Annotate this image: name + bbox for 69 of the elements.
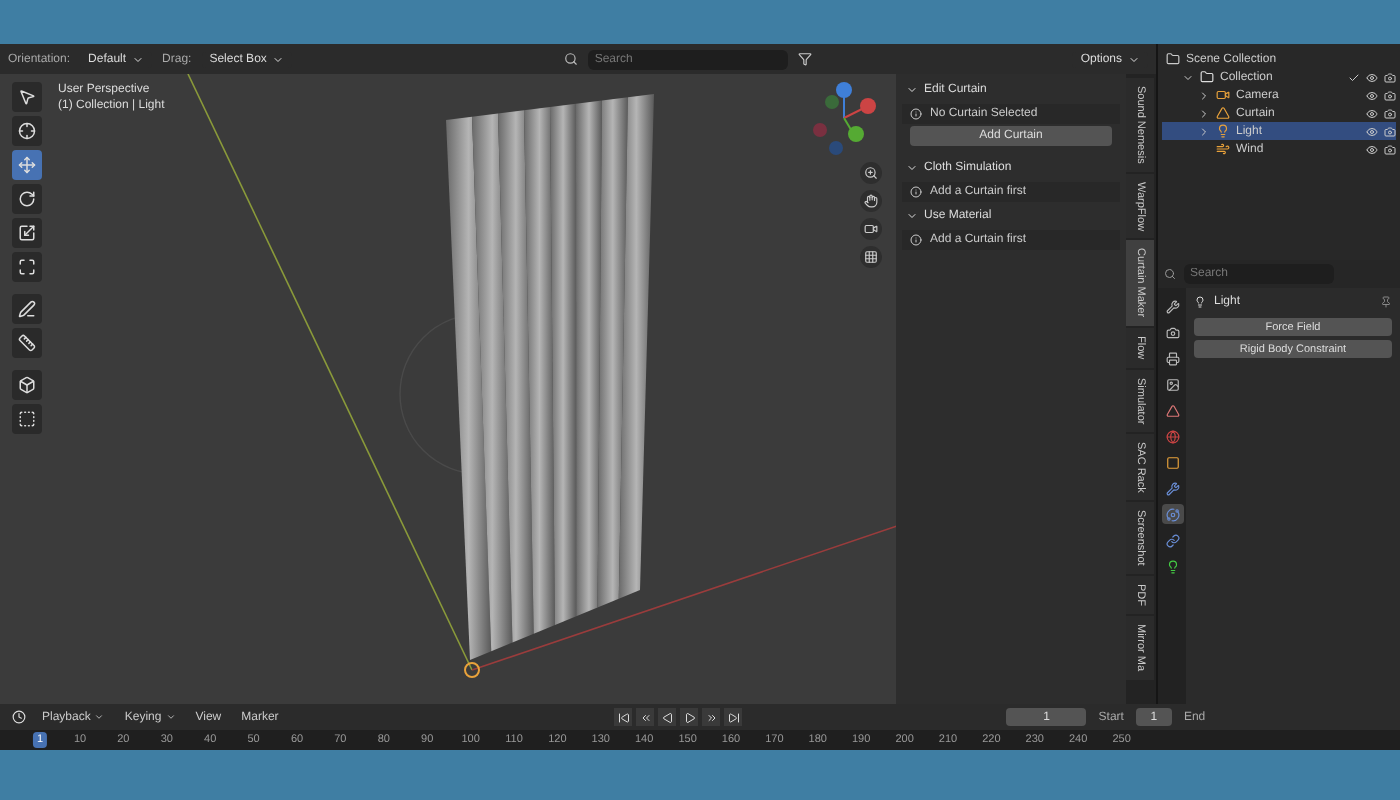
play-reverse-icon[interactable] — [658, 708, 677, 726]
tool-tab-icon[interactable] — [1161, 296, 1183, 316]
camera-icon[interactable] — [1384, 89, 1396, 101]
add-tool-icon[interactable] — [11, 370, 41, 400]
world-tab-icon[interactable] — [1161, 426, 1183, 446]
transform-tool-icon[interactable] — [11, 252, 41, 282]
eye-icon[interactable] — [1366, 71, 1378, 83]
checkbox-icon[interactable] — [1348, 71, 1360, 83]
expand-icon[interactable] — [1198, 107, 1210, 119]
eye-icon[interactable] — [1366, 143, 1378, 155]
view-layer-tab-icon[interactable] — [1161, 374, 1183, 394]
jump-start-icon[interactable] — [614, 708, 633, 726]
select-tool-icon[interactable] — [11, 82, 41, 112]
camera-icon[interactable] — [1384, 107, 1396, 119]
search-icon — [1164, 268, 1176, 280]
chevron-down-icon — [906, 210, 918, 222]
eye-icon[interactable] — [1366, 125, 1378, 137]
search-icon — [564, 52, 579, 66]
jump-end-icon[interactable] — [724, 708, 743, 726]
light-icon — [1194, 296, 1206, 308]
mesh-icon — [1216, 106, 1230, 120]
origin-icon — [464, 662, 480, 678]
pin-icon[interactable] — [1380, 296, 1392, 308]
play-icon[interactable] — [680, 708, 699, 726]
scene-tab-icon[interactable] — [1161, 400, 1183, 420]
chevron-down-icon — [906, 84, 918, 96]
eye-icon[interactable] — [1366, 89, 1378, 101]
camera-icon[interactable] — [860, 218, 882, 240]
modifiers-tab-icon[interactable] — [1161, 478, 1183, 498]
expand-icon[interactable] — [1198, 89, 1210, 101]
annotate-tool-icon[interactable] — [11, 294, 41, 324]
cursor-tool-icon[interactable] — [11, 116, 41, 146]
fast-forward-icon[interactable] — [702, 708, 721, 726]
editor-type-icon[interactable] — [12, 710, 26, 724]
expand-icon[interactable] — [1182, 71, 1194, 83]
expand-icon[interactable] — [1198, 125, 1210, 137]
caret-icon — [94, 712, 105, 722]
camera-icon — [1216, 88, 1230, 102]
info-icon — [910, 234, 922, 246]
info-icon — [910, 186, 922, 198]
output-tab-icon[interactable] — [1161, 348, 1183, 368]
caret-icon — [132, 53, 145, 65]
object-tab-icon[interactable] — [1161, 452, 1183, 472]
filter-icon[interactable] — [798, 52, 813, 66]
info-icon — [910, 108, 922, 120]
camera-icon[interactable] — [1384, 71, 1396, 83]
chevron-down-icon — [906, 162, 918, 174]
extrude-tool-icon[interactable] — [11, 404, 41, 434]
rotate-tool-icon[interactable] — [11, 184, 41, 214]
measure-tool-icon[interactable] — [11, 328, 41, 358]
light-icon — [1216, 124, 1230, 138]
grid-icon[interactable] — [860, 246, 882, 268]
caret-icon — [272, 53, 285, 65]
caret-icon — [165, 712, 176, 722]
rewind-icon[interactable] — [636, 708, 655, 726]
render-tab-icon[interactable] — [1161, 322, 1183, 342]
move-tool-icon[interactable] — [11, 150, 41, 180]
constraints-tab-icon[interactable] — [1161, 530, 1183, 550]
scale-tool-icon[interactable] — [11, 218, 41, 248]
force-icon — [1216, 142, 1230, 156]
collection-icon — [1166, 52, 1180, 66]
collection-icon — [1200, 70, 1214, 84]
hand-icon[interactable] — [860, 190, 882, 212]
camera-icon[interactable] — [1384, 143, 1396, 155]
eye-icon[interactable] — [1366, 107, 1378, 119]
zoom-icon[interactable] — [860, 162, 882, 184]
caret-icon — [1128, 53, 1140, 65]
camera-icon[interactable] — [1384, 125, 1396, 137]
physics-tab-icon[interactable] — [1161, 504, 1183, 524]
